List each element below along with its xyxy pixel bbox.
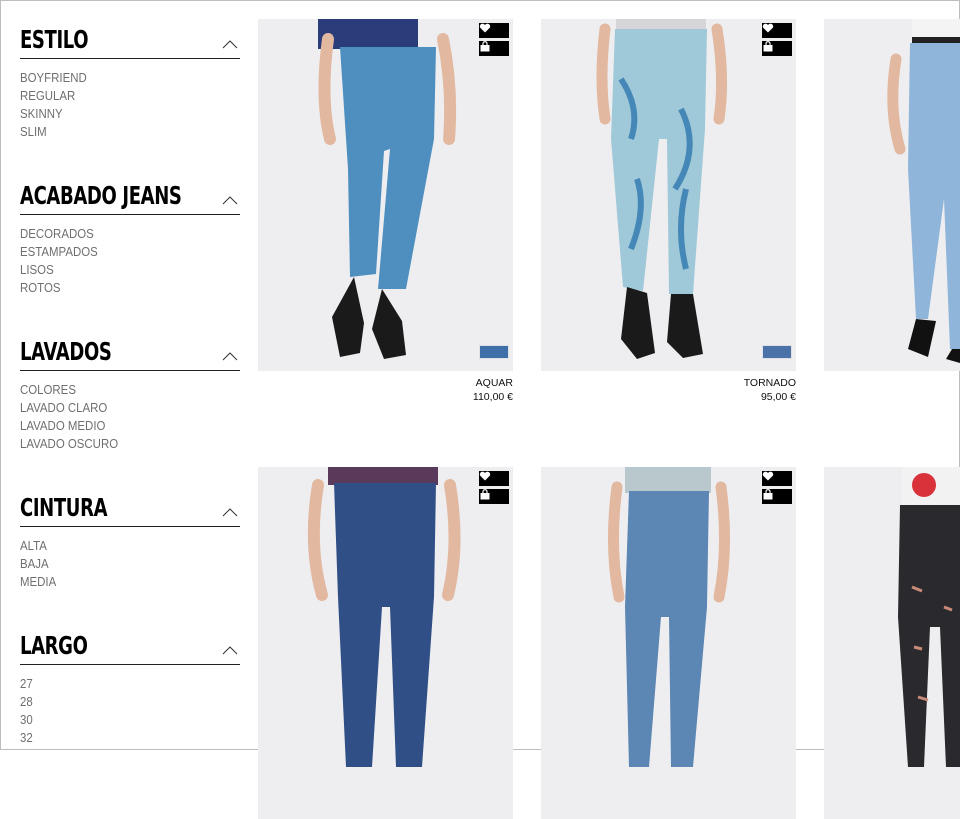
- filter-group-cintura: CINTURA ALTA BAJA MEDIA: [20, 490, 240, 591]
- chevron-up-icon[interactable]: [222, 195, 238, 205]
- shopping-bag-icon: [763, 41, 773, 52]
- product-image[interactable]: [258, 19, 513, 371]
- filter-option-baja[interactable]: BAJA: [20, 555, 214, 573]
- shopping-bag-icon: [480, 41, 490, 52]
- filter-option-lavado-medio[interactable]: LAVADO MEDIO: [20, 417, 214, 435]
- filter-header[interactable]: ESTILO: [20, 22, 240, 59]
- jeans-illustration: [887, 19, 960, 363]
- filter-group-largo: LARGO 27 28 30 32: [20, 628, 240, 747]
- filter-option-lavado-claro[interactable]: LAVADO CLARO: [20, 399, 214, 417]
- filter-option-regular[interactable]: REGULAR: [20, 87, 214, 105]
- chevron-up-icon[interactable]: [222, 507, 238, 517]
- add-to-cart-button[interactable]: [762, 41, 792, 56]
- jeans-illustration: [898, 467, 960, 767]
- wishlist-button[interactable]: [479, 471, 509, 486]
- filter-option-decorados[interactable]: DECORADOS: [20, 225, 214, 243]
- heart-icon: [479, 471, 491, 481]
- filter-options: COLORES LAVADO CLARO LAVADO MEDIO LAVADO…: [20, 381, 240, 453]
- wishlist-button[interactable]: [762, 471, 792, 486]
- color-swatch[interactable]: [762, 345, 792, 359]
- heart-icon: [762, 471, 774, 481]
- filter-option-rotos[interactable]: ROTOS: [20, 279, 214, 297]
- filter-option-estampados[interactable]: ESTAMPADOS: [20, 243, 214, 261]
- product-image[interactable]: [541, 467, 796, 819]
- filter-title: ESTILO: [20, 25, 89, 54]
- jeans-illustration: [596, 19, 728, 359]
- product-name[interactable]: AQUAR: [476, 377, 513, 389]
- filter-header[interactable]: LAVADOS: [20, 334, 240, 371]
- add-to-cart-button[interactable]: [762, 489, 792, 504]
- filter-header[interactable]: LARGO: [20, 628, 240, 665]
- filter-group-lavados: LAVADOS COLORES LAVADO CLARO LAVADO MEDI…: [20, 334, 240, 453]
- shopping-bag-icon: [480, 489, 490, 500]
- wishlist-button[interactable]: [762, 23, 792, 38]
- product-image[interactable]: [541, 19, 796, 371]
- add-to-cart-button[interactable]: [479, 489, 509, 504]
- filter-option-28[interactable]: 28: [20, 693, 214, 711]
- filter-title: CINTURA: [20, 493, 108, 522]
- filter-group-estilo: ESTILO BOYFRIEND REGULAR SKINNY SLIM: [20, 22, 240, 141]
- jeans-illustration: [318, 19, 457, 359]
- filter-options: ALTA BAJA MEDIA: [20, 537, 240, 591]
- filter-option-lisos[interactable]: LISOS: [20, 261, 214, 279]
- product-name[interactable]: TORNADO: [744, 377, 796, 389]
- filter-option-alta[interactable]: ALTA: [20, 537, 214, 555]
- filter-title: ACABADO JEANS: [20, 181, 182, 210]
- filter-options: BOYFRIEND REGULAR SKINNY SLIM: [20, 69, 240, 141]
- jeans-illustration: [607, 467, 731, 767]
- filter-option-lavado-oscuro[interactable]: LAVADO OSCURO: [20, 435, 214, 453]
- filter-title: LAVADOS: [20, 337, 112, 366]
- chevron-up-icon[interactable]: [222, 39, 238, 49]
- product-image[interactable]: [824, 467, 960, 819]
- wishlist-button[interactable]: [479, 23, 509, 38]
- filter-header[interactable]: CINTURA: [20, 490, 240, 527]
- filter-option-skinny[interactable]: SKINNY: [20, 105, 214, 123]
- filter-title: LARGO: [20, 631, 88, 660]
- heart-icon: [762, 23, 774, 33]
- chevron-up-icon[interactable]: [222, 645, 238, 655]
- color-swatch[interactable]: [479, 345, 509, 359]
- add-to-cart-button[interactable]: [479, 41, 509, 56]
- heart-icon: [479, 23, 491, 33]
- shopping-bag-icon: [763, 489, 773, 500]
- filter-option-30[interactable]: 30: [20, 711, 214, 729]
- jeans-illustration: [307, 467, 461, 767]
- product-price: 110,00 €: [472, 391, 513, 403]
- filter-option-boyfriend[interactable]: BOYFRIEND: [20, 69, 214, 87]
- filter-option-slim[interactable]: SLIM: [20, 123, 214, 141]
- product-image[interactable]: [824, 19, 960, 371]
- filter-header[interactable]: ACABADO JEANS: [20, 178, 240, 215]
- filter-group-acabado-jeans: ACABADO JEANS DECORADOS ESTAMPADOS LISOS…: [20, 178, 240, 297]
- product-image[interactable]: [258, 467, 513, 819]
- filter-options: 27 28 30 32: [20, 675, 240, 747]
- filter-options: DECORADOS ESTAMPADOS LISOS ROTOS: [20, 225, 240, 297]
- chevron-up-icon[interactable]: [222, 351, 238, 361]
- filter-option-27[interactable]: 27: [20, 675, 214, 693]
- filter-option-colores[interactable]: COLORES: [20, 381, 214, 399]
- product-price: 95,00 €: [760, 391, 796, 403]
- filter-option-media[interactable]: MEDIA: [20, 573, 214, 591]
- filter-option-32[interactable]: 32: [20, 729, 214, 747]
